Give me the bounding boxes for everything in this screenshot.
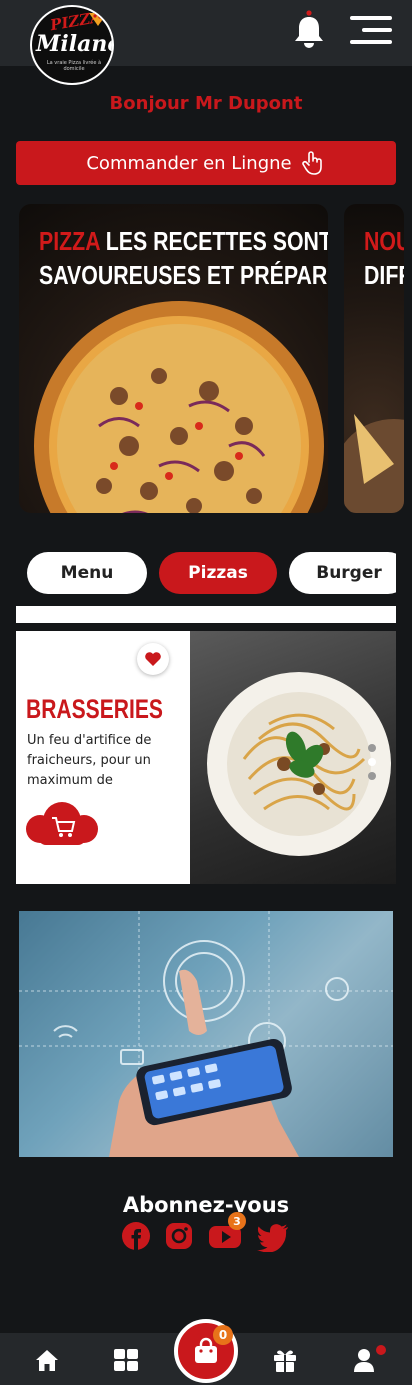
- promo-pager[interactable]: [368, 744, 376, 786]
- promo-description: Un feu d'artifice de fraicheurs, pour un…: [27, 733, 152, 788]
- favorite-button[interactable]: [137, 643, 169, 675]
- order-online-button[interactable]: Commander en Lingne: [16, 141, 396, 185]
- app-logo[interactable]: PIZZA Milano La vraie Pizza livrée à dom…: [30, 5, 114, 85]
- tab-burger[interactable]: Burger: [289, 552, 396, 594]
- subscribe-title: Abonnez-vous: [122, 1193, 290, 1217]
- social-links: 3: [120, 1212, 292, 1254]
- category-tabs: Menu Pizzas Burger: [27, 552, 396, 594]
- pizza-image: [34, 301, 324, 513]
- instagram-icon[interactable]: [163, 1220, 195, 1252]
- youtube-badge: 3: [228, 1212, 246, 1230]
- app-promo-banner[interactable]: [19, 911, 393, 1157]
- logo-milano-text: Milano: [36, 31, 114, 57]
- pizza-slice-image: [344, 414, 404, 513]
- promo-image-panel: [190, 631, 396, 884]
- pasta-plate-image: [207, 672, 391, 856]
- carousel-slide-title: PIZZA LES RECETTES SONT SAVOUREUSES ET P…: [39, 226, 328, 290]
- smartphone-hand-image: [19, 911, 393, 1157]
- notification-bell-icon[interactable]: [292, 10, 326, 50]
- twitter-icon[interactable]: [256, 1220, 290, 1252]
- pager-dot-active[interactable]: [368, 758, 376, 766]
- promo-card[interactable]: BRASSERIES Un feu d'artifice de fraicheu…: [16, 631, 396, 884]
- facebook-icon[interactable]: [120, 1220, 152, 1252]
- promo-title: BRASSERIES: [26, 694, 163, 724]
- heart-icon: [145, 652, 161, 666]
- logo-tagline: La vraie Pizza livrée à domicile: [46, 60, 102, 72]
- hand-pointer-icon: [301, 151, 322, 175]
- carousel-slide-pizza[interactable]: PIZZA LES RECETTES SONT SAVOUREUSES ET P…: [19, 204, 328, 513]
- home-icon[interactable]: [34, 1347, 60, 1373]
- tab-menu[interactable]: Menu: [27, 552, 147, 594]
- user-icon[interactable]: [352, 1347, 378, 1373]
- add-to-cart-icon[interactable]: [24, 801, 100, 851]
- section-divider: [16, 606, 396, 623]
- user-notification-dot: [376, 1345, 386, 1355]
- greeting-text: Bonjour Mr Dupont: [109, 93, 303, 114]
- pager-dot[interactable]: [368, 744, 376, 752]
- order-online-label: Commander en Lingne: [86, 152, 292, 174]
- carousel-slide-next[interactable]: NOU DIFF: [344, 204, 404, 513]
- cart-count-badge: 0: [213, 1325, 233, 1345]
- pager-dot[interactable]: [368, 772, 376, 780]
- promo-text-panel: BRASSERIES Un feu d'artifice de fraicheu…: [16, 631, 190, 884]
- grid-icon[interactable]: [113, 1347, 139, 1373]
- pizza-slice-icon: [89, 13, 107, 26]
- carousel-slide-title-2: NOU DIFF: [364, 226, 404, 290]
- gift-icon[interactable]: [272, 1347, 298, 1373]
- tab-pizzas[interactable]: Pizzas: [159, 552, 277, 594]
- hamburger-menu-icon[interactable]: [350, 16, 392, 48]
